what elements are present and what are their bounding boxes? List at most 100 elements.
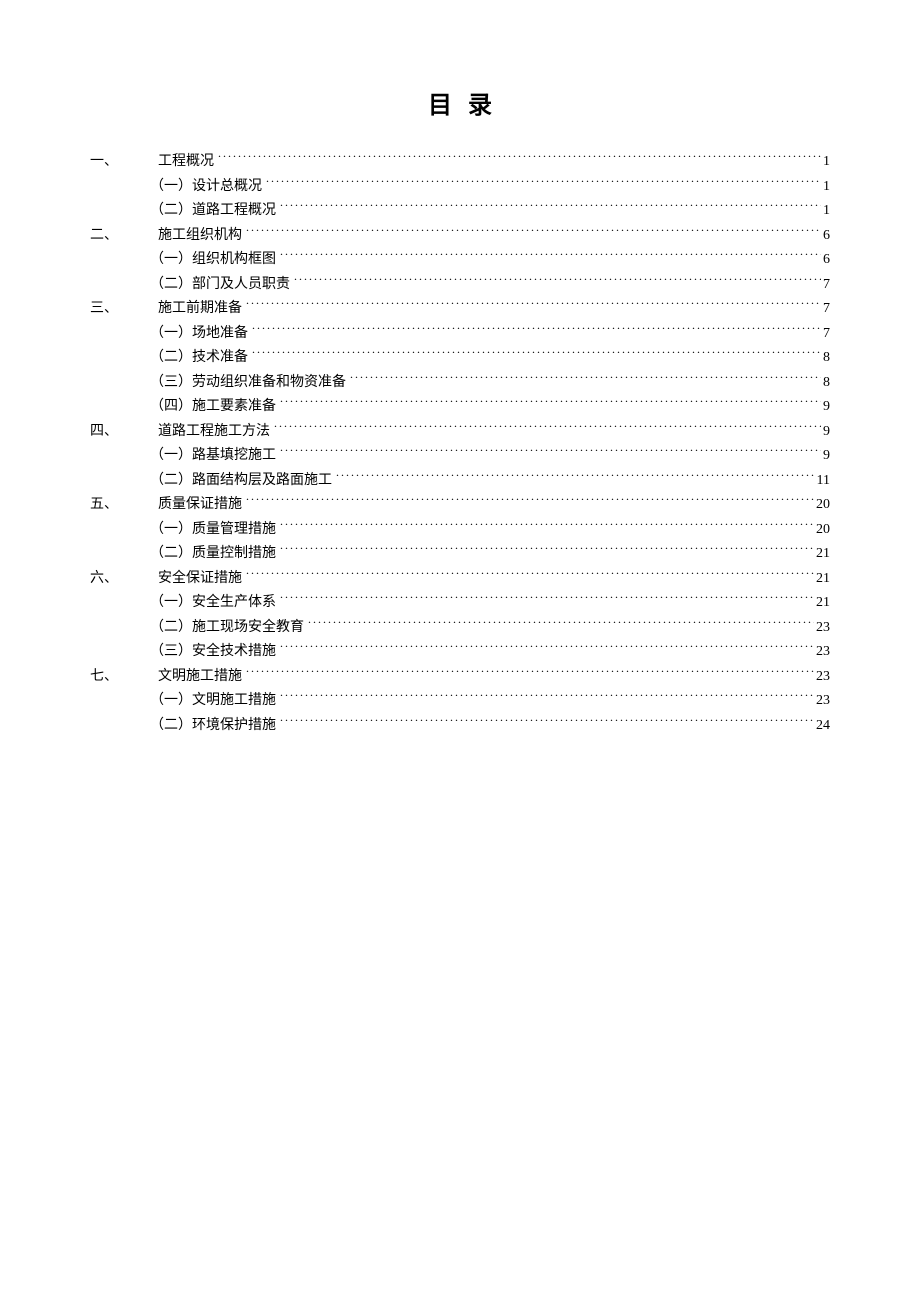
- toc-entry-page: 7: [821, 297, 830, 321]
- toc-entry-label: （一）路基填挖施工: [150, 444, 280, 468]
- toc-leader-dots: [246, 225, 821, 239]
- toc-leader-dots: [280, 445, 821, 459]
- toc-leader-dots: [280, 715, 814, 729]
- toc-entry-label: （三）劳动组织准备和物资准备: [150, 371, 350, 395]
- toc-entry-label: （二）施工现场安全教育: [150, 616, 308, 640]
- toc-subsection-row: （二）施工现场安全教育 23: [90, 616, 830, 640]
- toc-entry-label: （一）文明施工措施: [150, 689, 280, 713]
- toc-entry-page: 6: [821, 224, 830, 248]
- toc-leader-dots: [252, 323, 821, 337]
- toc-entry-label: （一）组织机构框图: [150, 248, 280, 272]
- toc-subsection-row: （二）环境保护措施 24: [90, 714, 830, 738]
- toc-leader-dots: [280, 519, 814, 533]
- toc-entry-page: 21: [814, 567, 830, 591]
- toc-entry-page: 24: [814, 714, 830, 738]
- toc-subsection-row: （一）质量管理措施20: [90, 518, 830, 542]
- toc-entry-page: 9: [821, 395, 830, 419]
- toc-entry-number: 七、: [90, 665, 150, 689]
- toc-subsection-row: （二）路面结构层及路面施工 11: [90, 469, 830, 493]
- table-of-contents: 一、工程概况1（一）设计总概况1（二）道路工程概况1二、施工组织机构6（一）组织…: [90, 150, 830, 738]
- toc-section-row: 三、施工前期准备 7: [90, 297, 830, 321]
- toc-leader-dots: [350, 372, 821, 386]
- toc-entry-page: 23: [814, 689, 830, 713]
- toc-section-row: 五、质量保证措施 20: [90, 493, 830, 517]
- toc-leader-dots: [280, 249, 821, 263]
- toc-entry-page: 21: [814, 591, 830, 615]
- toc-entry-number: 二、: [90, 224, 150, 248]
- toc-entry-page: 1: [821, 150, 830, 174]
- toc-subsection-row: （三）劳动组织准备和物资准备 8: [90, 371, 830, 395]
- toc-entry-label: 质量保证措施: [150, 493, 246, 517]
- toc-entry-page: 6: [821, 248, 830, 272]
- toc-entry-label: （一）安全生产体系: [150, 591, 280, 615]
- toc-entry-label: 施工组织机构: [150, 224, 246, 248]
- toc-entry-label: （二）质量控制措施: [150, 542, 280, 566]
- toc-leader-dots: [280, 690, 814, 704]
- toc-entry-page: 20: [814, 493, 830, 517]
- toc-entry-label: （一）场地准备: [150, 322, 252, 346]
- toc-subsection-row: （二）技术准备 8: [90, 346, 830, 370]
- toc-subsection-row: （四）施工要素准备9: [90, 395, 830, 419]
- toc-entry-label: 道路工程施工方法: [150, 420, 274, 444]
- toc-entry-number: 四、: [90, 420, 150, 444]
- toc-subsection-row: （二）道路工程概况 1: [90, 199, 830, 223]
- toc-leader-dots: [246, 666, 814, 680]
- toc-leader-dots: [280, 396, 821, 410]
- toc-entry-label: 安全保证措施: [150, 567, 246, 591]
- toc-entry-number: 一、: [90, 150, 150, 174]
- toc-entry-number: 三、: [90, 297, 150, 321]
- toc-entry-page: 11: [815, 469, 830, 493]
- toc-leader-dots: [246, 298, 821, 312]
- toc-subsection-row: （一）设计总概况 1: [90, 175, 830, 199]
- toc-entry-label: （二）路面结构层及路面施工: [150, 469, 336, 493]
- toc-entry-page: 23: [814, 665, 830, 689]
- toc-section-row: 二、施工组织机构 6: [90, 224, 830, 248]
- toc-entry-page: 9: [821, 444, 830, 468]
- toc-entry-page: 9: [821, 420, 830, 444]
- toc-entry-page: 8: [821, 371, 830, 395]
- toc-entry-page: 7: [821, 322, 830, 346]
- toc-entry-label: 工程概况: [150, 150, 218, 174]
- toc-section-row: 六、安全保证措施 21: [90, 567, 830, 591]
- toc-entry-page: 8: [821, 346, 830, 370]
- toc-entry-page: 23: [814, 640, 830, 664]
- toc-subsection-row: （二）部门及人员职责 7: [90, 273, 830, 297]
- toc-subsection-row: （一）安全生产体系 21: [90, 591, 830, 615]
- toc-subsection-row: （二）质量控制措施21: [90, 542, 830, 566]
- toc-leader-dots: [294, 274, 821, 288]
- toc-subsection-row: （三）安全技术措施 23: [90, 640, 830, 664]
- toc-entry-number: 五、: [90, 493, 150, 517]
- toc-subsection-row: （一）路基填挖施工 9: [90, 444, 830, 468]
- toc-entry-page: 23: [814, 616, 830, 640]
- toc-entry-page: 7: [821, 273, 830, 297]
- toc-entry-label: （三）安全技术措施: [150, 640, 280, 664]
- toc-entry-label: 文明施工措施: [150, 665, 246, 689]
- toc-entry-label: （二）部门及人员职责: [150, 273, 294, 297]
- toc-entry-number: 六、: [90, 567, 150, 591]
- page-title: 目录: [90, 85, 830, 120]
- toc-leader-dots: [280, 641, 814, 655]
- toc-leader-dots: [308, 617, 814, 631]
- toc-leader-dots: [246, 568, 814, 582]
- toc-subsection-row: （一）组织机构框图 6: [90, 248, 830, 272]
- toc-leader-dots: [218, 151, 821, 165]
- toc-entry-label: （二）道路工程概况: [150, 199, 280, 223]
- toc-entry-label: （一）设计总概况: [150, 175, 266, 199]
- toc-leader-dots: [280, 592, 814, 606]
- toc-section-row: 一、工程概况 1: [90, 150, 830, 174]
- toc-leader-dots: [336, 470, 815, 484]
- toc-entry-page: 1: [821, 199, 830, 223]
- toc-leader-dots: [274, 421, 821, 435]
- toc-section-row: 七、文明施工措施 23: [90, 665, 830, 689]
- toc-leader-dots: [266, 176, 821, 190]
- toc-section-row: 四、道路工程施工方法 9: [90, 420, 830, 444]
- toc-subsection-row: （一）场地准备 7: [90, 322, 830, 346]
- toc-entry-label: 施工前期准备: [150, 297, 246, 321]
- toc-entry-page: 20: [814, 518, 830, 542]
- toc-entry-page: 1: [821, 175, 830, 199]
- toc-entry-label: （二）环境保护措施: [150, 714, 280, 738]
- toc-leader-dots: [280, 543, 814, 557]
- toc-leader-dots: [280, 200, 821, 214]
- toc-entry-label: （二）技术准备: [150, 346, 252, 370]
- toc-leader-dots: [252, 347, 821, 361]
